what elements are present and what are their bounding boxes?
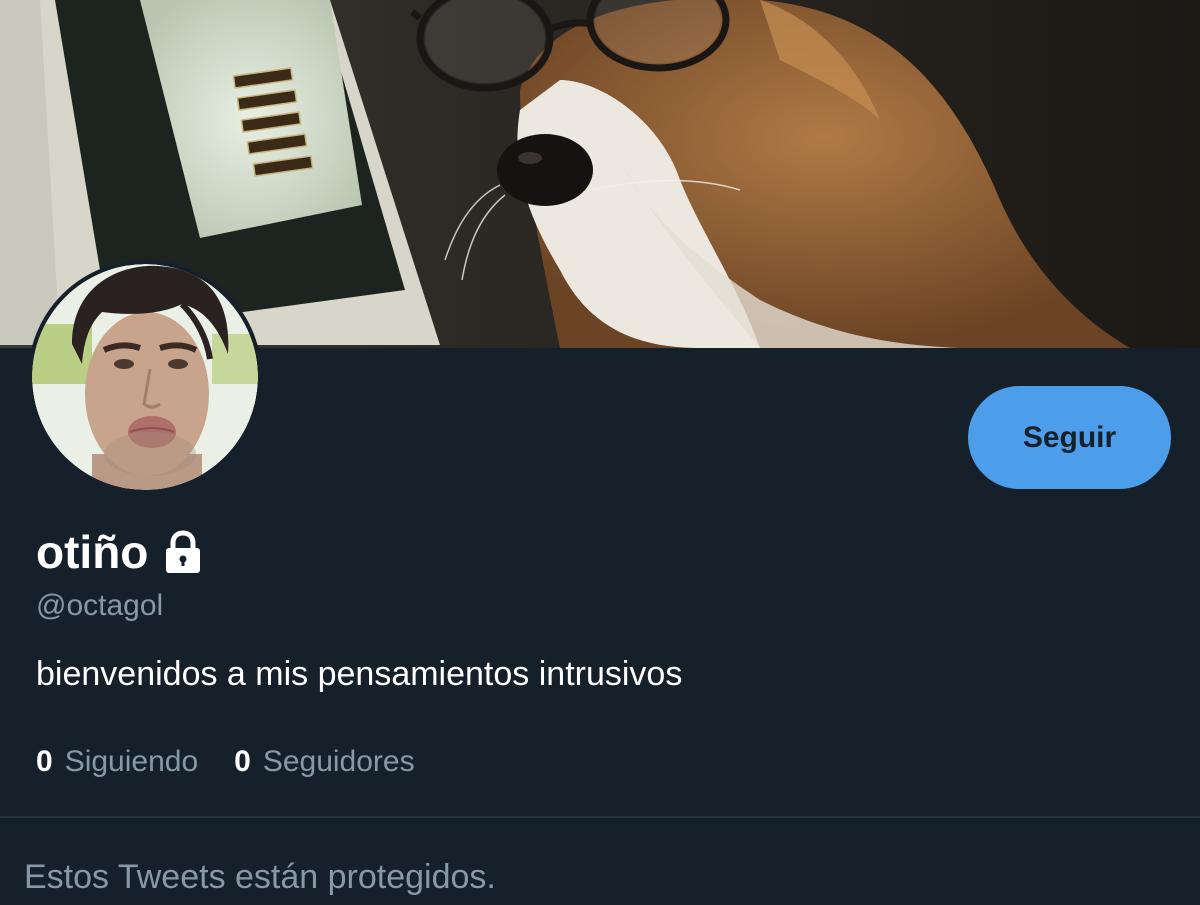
following-label: Siguiendo	[64, 745, 199, 778]
divider	[0, 816, 1200, 818]
display-name: otiño	[36, 526, 149, 578]
avatar[interactable]	[28, 260, 262, 494]
followers-label: Seguidores	[262, 745, 415, 778]
followers-count: 0	[234, 745, 251, 778]
lock-icon	[160, 529, 206, 575]
name-row: otiño	[36, 524, 206, 580]
following-count: 0	[36, 745, 53, 778]
profile-page: Seguir otiño @octagol bienvenidos a mis …	[0, 0, 1200, 905]
profile-bio: bienvenidos a mis pensamientos intrusivo…	[36, 655, 683, 693]
follow-button[interactable]: Seguir	[968, 386, 1171, 489]
profile-stats: 0 Siguiendo 0 Seguidores	[36, 744, 415, 780]
following-stat-link[interactable]: 0 Siguiendo	[36, 744, 198, 780]
profile-handle: @octagol	[36, 589, 164, 622]
protected-tweets-notice: Estos Tweets están protegidos.	[24, 858, 496, 896]
followers-stat-link[interactable]: 0 Seguidores	[234, 744, 414, 780]
